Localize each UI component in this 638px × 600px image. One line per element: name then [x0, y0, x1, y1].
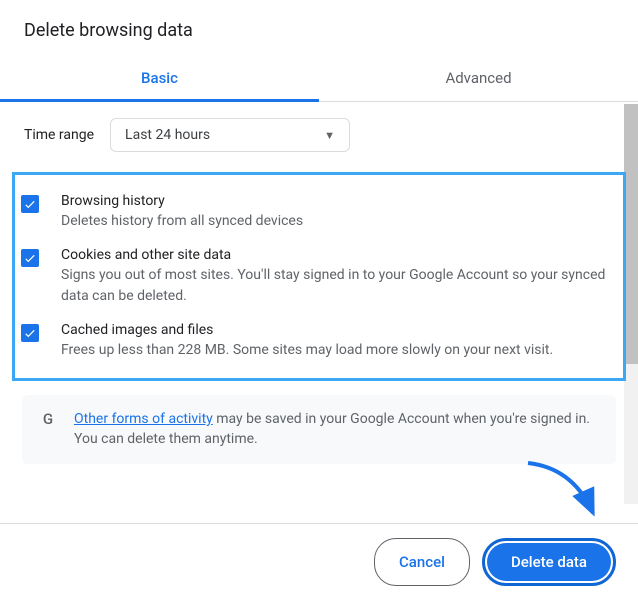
google-account-info: G Other forms of activity may be saved i… — [22, 395, 616, 464]
time-range-label: Time range — [24, 127, 94, 143]
tab-advanced[interactable]: Advanced — [319, 57, 638, 101]
checkmark-icon — [23, 251, 37, 265]
delete-browsing-data-dialog: Delete browsing data Basic Advanced Time… — [0, 0, 638, 600]
dialog-title: Delete browsing data — [0, 0, 638, 57]
info-text: Other forms of activity may be saved in … — [74, 409, 600, 450]
delete-data-button[interactable]: Delete data — [487, 543, 611, 581]
dialog-footer: Cancel Delete data — [0, 523, 638, 600]
option-title: Cookies and other site data — [61, 247, 613, 263]
checkbox-cookies[interactable] — [21, 249, 39, 267]
option-text: Cached images and files Frees up less th… — [61, 322, 553, 360]
checkbox-browsing-history[interactable] — [21, 195, 39, 213]
option-cache: Cached images and files Frees up less th… — [15, 314, 613, 368]
tab-basic[interactable]: Basic — [0, 57, 319, 102]
highlight-annotation: Browsing history Deletes history from al… — [12, 172, 626, 381]
checkmark-icon — [23, 197, 37, 211]
chevron-down-icon: ▼ — [324, 129, 335, 142]
time-range-row: Time range Last 24 hours ▼ — [24, 118, 614, 152]
option-desc: Signs you out of most sites. You'll stay… — [61, 265, 613, 306]
google-icon: G — [38, 409, 58, 429]
primary-button-highlight: Delete data — [482, 538, 616, 586]
option-text: Browsing history Deletes history from al… — [61, 193, 303, 231]
option-desc: Deletes history from all synced devices — [61, 211, 303, 231]
option-cookies: Cookies and other site data Signs you ou… — [15, 239, 613, 314]
option-browsing-history: Browsing history Deletes history from al… — [15, 185, 613, 239]
time-range-value: Last 24 hours — [125, 127, 210, 143]
tabs: Basic Advanced — [0, 57, 638, 102]
other-activity-link[interactable]: Other forms of activity — [74, 411, 213, 427]
dialog-content: Time range Last 24 hours ▼ Browsing hist… — [0, 102, 638, 510]
time-range-select[interactable]: Last 24 hours ▼ — [110, 118, 350, 152]
cancel-button[interactable]: Cancel — [374, 538, 470, 586]
option-title: Browsing history — [61, 193, 303, 209]
option-text: Cookies and other site data Signs you ou… — [61, 247, 613, 306]
checkbox-cache[interactable] — [21, 324, 39, 342]
checkmark-icon — [23, 326, 37, 340]
option-desc: Frees up less than 228 MB. Some sites ma… — [61, 340, 553, 360]
option-title: Cached images and files — [61, 322, 553, 338]
